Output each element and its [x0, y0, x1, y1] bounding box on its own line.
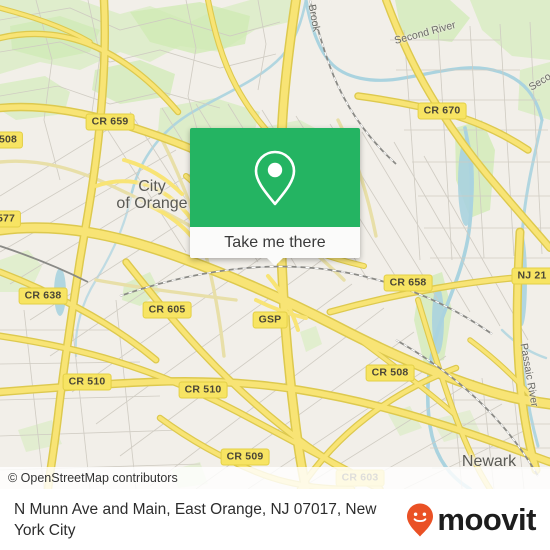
- take-me-there-button[interactable]: Take me there: [224, 234, 325, 252]
- road-shield: CR 659: [85, 113, 135, 131]
- road-shield: CR 638: [18, 287, 68, 305]
- map-pin-icon: [254, 150, 296, 205]
- place-label: City of Orange: [116, 178, 188, 212]
- map-attribution-text: © OpenStreetMap contributors: [8, 471, 178, 485]
- road-shield: 508: [0, 131, 24, 149]
- road-shield: CR 658: [383, 274, 433, 292]
- road-shield: CR 508: [365, 364, 415, 382]
- callout-pointer: [267, 258, 283, 266]
- road-shield: CR 670: [417, 102, 467, 120]
- moovit-smiley-pin-icon: [407, 503, 434, 536]
- location-callout-card[interactable]: Take me there: [190, 128, 360, 266]
- moovit-map-share-card: CR 659 508 577 CR 670 CR 638 CR 605 GSP CR 658 N…: [0, 0, 550, 550]
- road-shield: CR 510: [62, 373, 112, 391]
- moovit-wordmark: moovit: [437, 502, 536, 537]
- moovit-logo[interactable]: moovit: [405, 502, 550, 538]
- road-shield: GSP: [252, 311, 288, 329]
- road-shield: CR 509: [220, 448, 270, 466]
- road-shield: CR 605: [142, 301, 192, 319]
- footer-bar: N Munn Ave and Main, East Orange, NJ 070…: [0, 489, 550, 550]
- callout-footer[interactable]: Take me there: [190, 227, 360, 266]
- map-attribution[interactable]: © OpenStreetMap contributors: [0, 467, 550, 489]
- address-text: N Munn Ave and Main, East Orange, NJ 070…: [14, 500, 377, 539]
- road-shield: 577: [0, 210, 22, 228]
- callout-header: [190, 128, 360, 227]
- road-shield: CR 510: [178, 381, 228, 399]
- road-shield: NJ 21: [511, 267, 550, 285]
